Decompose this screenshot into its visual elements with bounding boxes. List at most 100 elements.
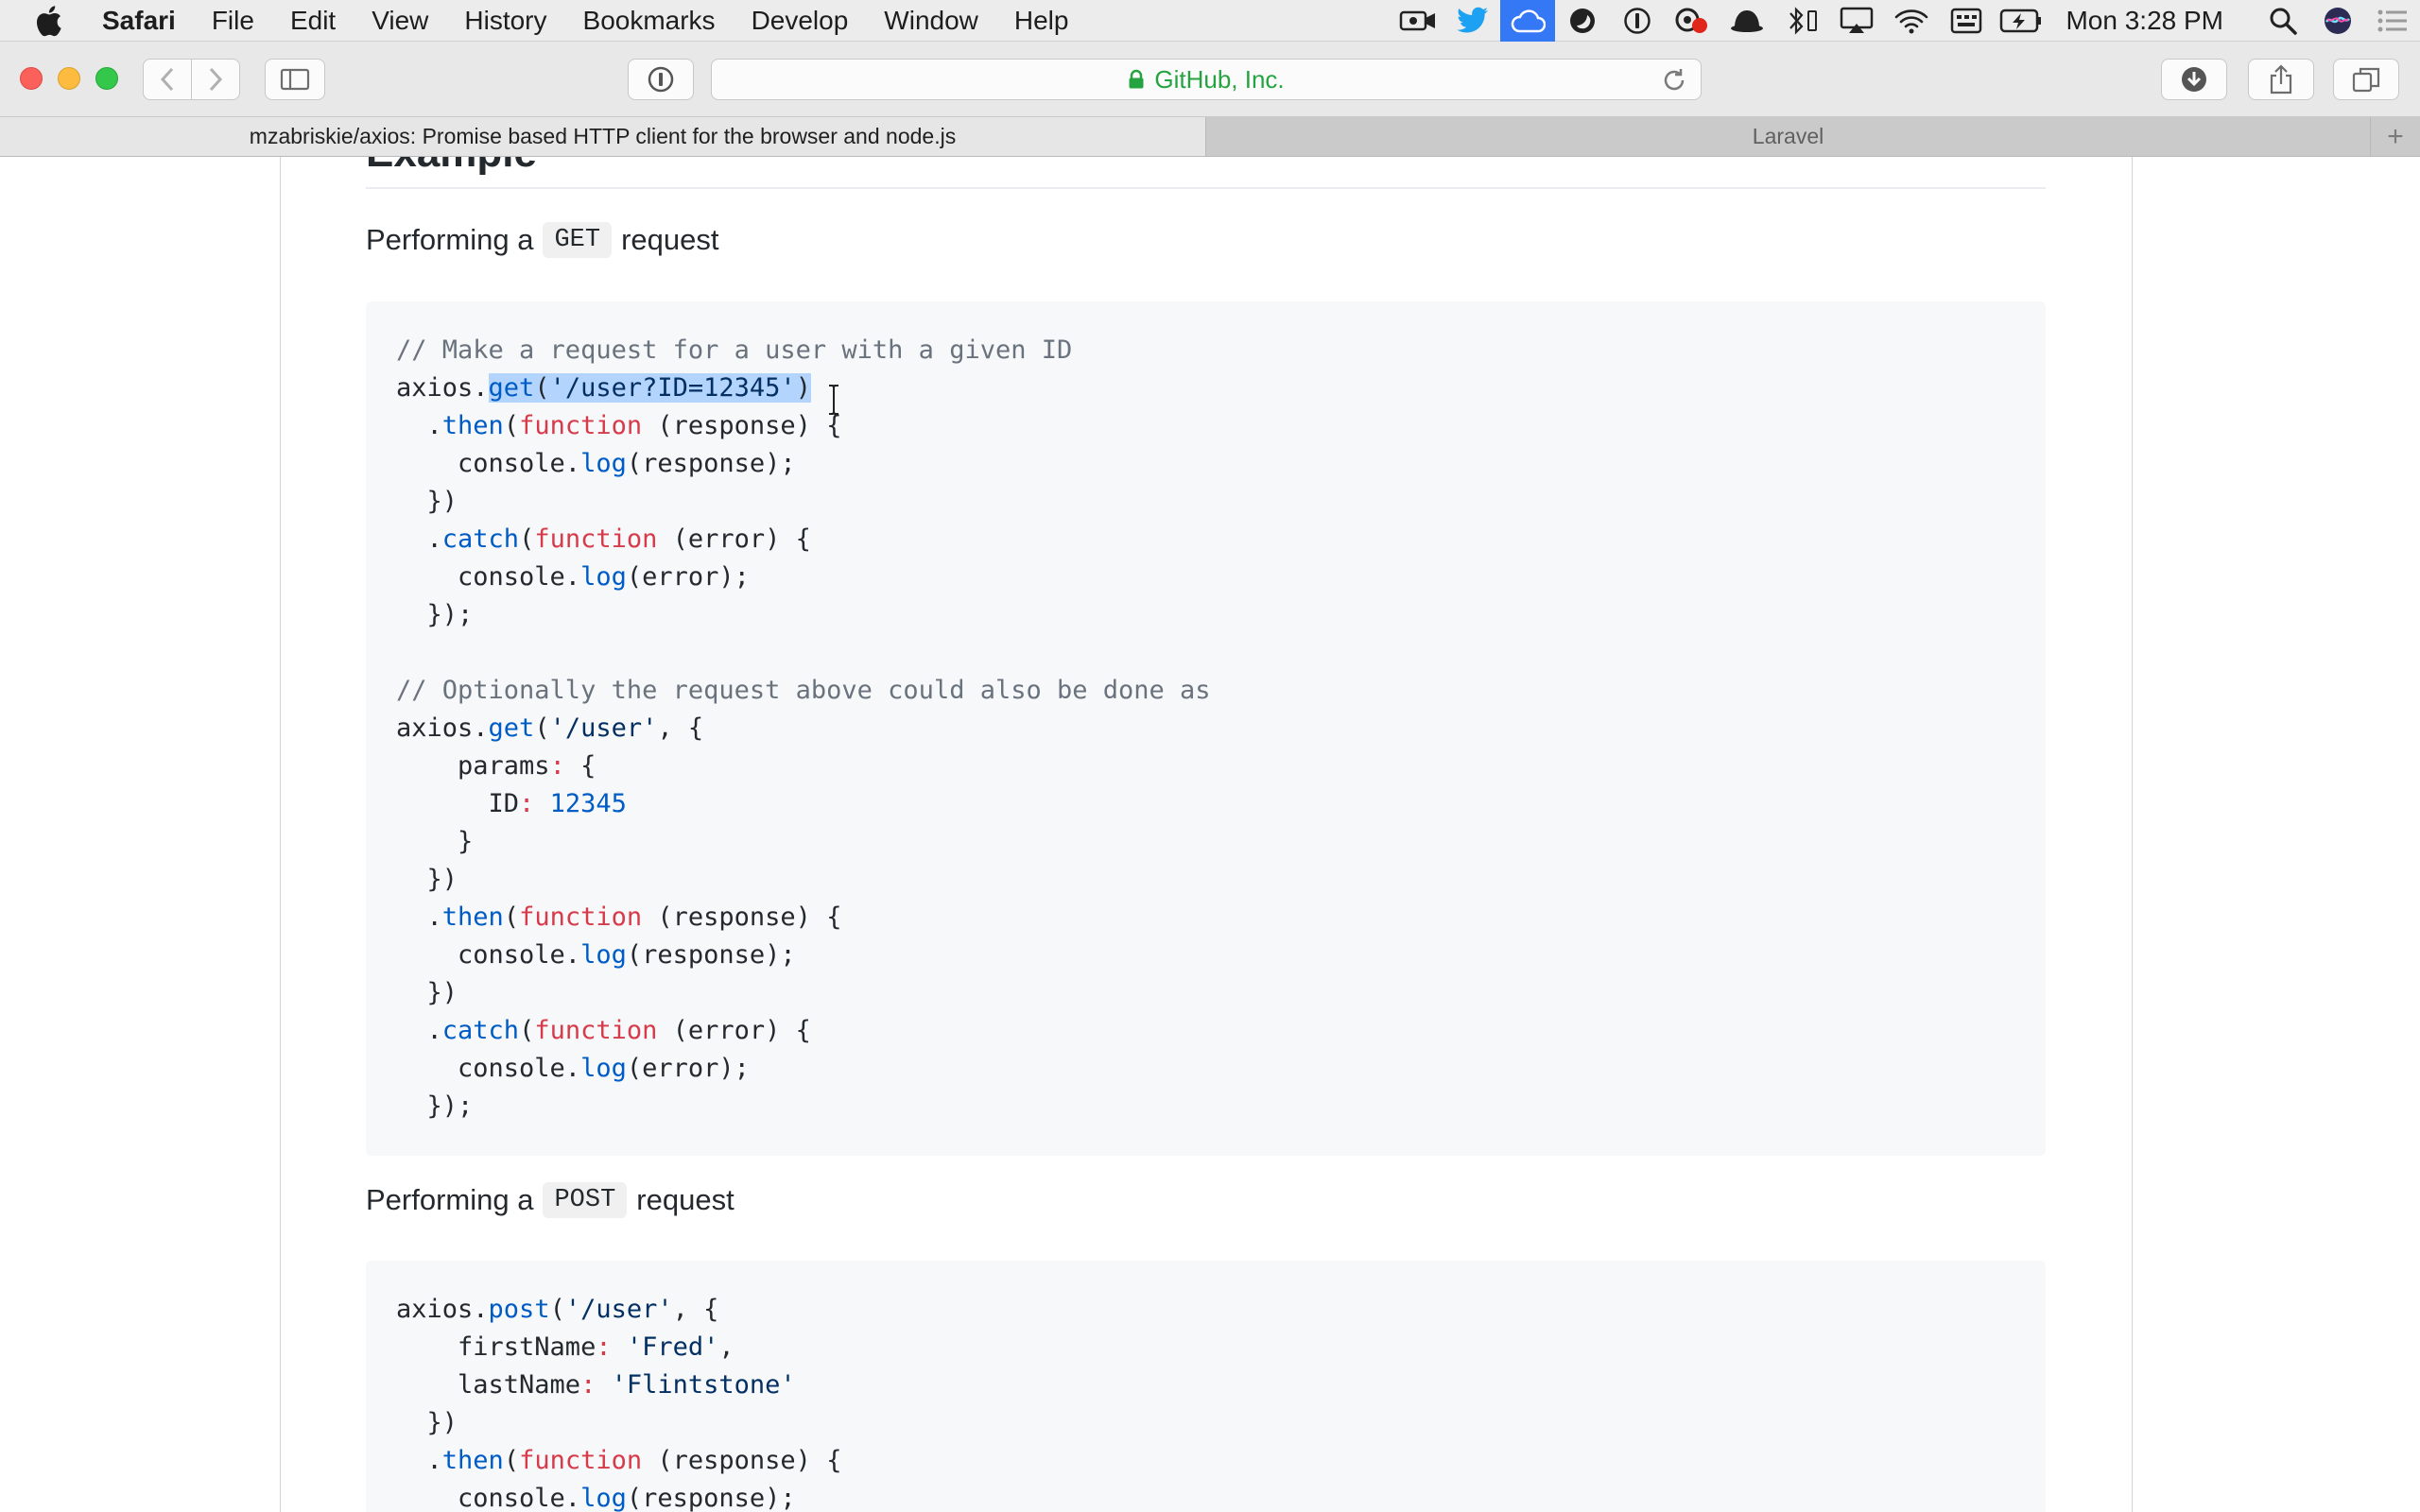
code-token: log (580, 1054, 627, 1083)
inline-code: POST (543, 1182, 628, 1218)
code-token: log (580, 449, 627, 478)
address-bar[interactable]: GitHub, Inc. (711, 59, 1702, 100)
code-line: }); (396, 1088, 2015, 1125)
downloads-button[interactable] (2161, 59, 2227, 100)
tabs-icon (2352, 67, 2380, 93)
download-icon (2182, 67, 2206, 92)
window-zoom-button[interactable] (95, 67, 118, 90)
code-token: } (396, 827, 474, 856)
code-token: (response) { (642, 411, 842, 440)
code-line: lastName: 'Flintstone' (396, 1366, 2015, 1404)
chevron-right-icon (209, 67, 223, 92)
spotlight-search-icon[interactable] (2256, 0, 2310, 42)
code-line: params: { (396, 747, 2015, 785)
menu-develop[interactable]: Develop (752, 6, 849, 36)
twitter-icon[interactable] (1445, 0, 1500, 42)
code-token: }); (396, 600, 474, 629)
menu-bookmarks[interactable]: Bookmarks (583, 6, 716, 36)
wifi-icon[interactable] (1884, 0, 1939, 42)
new-tab-button[interactable]: + (2371, 117, 2420, 156)
tab-laravel[interactable]: Laravel (1206, 117, 2371, 156)
code-token: 'Flintstone' (611, 1370, 796, 1400)
code-token: . (396, 902, 442, 932)
code-token: ( (534, 713, 550, 743)
code-token: get (488, 713, 535, 743)
code-token: . (396, 524, 442, 554)
sidebar-icon (280, 68, 310, 91)
record-icon[interactable] (1665, 0, 1720, 42)
alfred-hat-icon[interactable] (1720, 0, 1774, 42)
code-token: (response); (626, 449, 796, 478)
tab-title: mzabriskie/axios: Promise based HTTP cli… (249, 124, 957, 148)
menu-file[interactable]: File (212, 6, 254, 36)
sidebar-toggle-button[interactable] (265, 59, 325, 100)
menu-help[interactable]: Help (1014, 6, 1069, 36)
code-token: (response); (626, 1484, 796, 1512)
code-token: ID (396, 789, 520, 818)
url-host-label: GitHub, Inc. (1154, 64, 1285, 94)
apple-menu-icon[interactable] (34, 0, 87, 42)
airplay-icon[interactable] (1829, 0, 1884, 42)
keyboard-input-icon[interactable] (1939, 0, 1994, 42)
code-line: axios.post('/user', { (396, 1291, 2015, 1329)
tab-axios[interactable]: mzabriskie/axios: Promise based HTTP cli… (0, 117, 1206, 156)
tab-overview-button[interactable] (2333, 59, 2399, 100)
code-token: '/user' (549, 713, 658, 743)
moon-app-icon[interactable] (1555, 0, 1610, 42)
menu-history[interactable]: History (464, 6, 546, 36)
siri-icon[interactable] (2310, 0, 2365, 42)
menu-clock[interactable]: Mon 3:28 PM (2066, 6, 2223, 36)
code-token: axios. (396, 713, 489, 743)
code-line: console.log(response); (396, 445, 2015, 483)
code-token: log (580, 940, 627, 970)
code-line: .catch(function (error) { (396, 521, 2015, 558)
code-token: axios. (396, 373, 489, 403)
code-token: console. (396, 1054, 581, 1083)
password-manager-icon[interactable] (1610, 0, 1665, 42)
notification-center-icon[interactable] (2365, 0, 2420, 42)
code-line: firstName: 'Fred', (396, 1329, 2015, 1366)
code-token: : (519, 789, 535, 818)
code-token: axios. (396, 1295, 489, 1324)
code-token: get (488, 373, 535, 403)
share-icon (2270, 64, 2292, 94)
window-minimize-button[interactable] (58, 67, 80, 90)
code-token: . (396, 1016, 442, 1045)
code-token: function (534, 524, 658, 554)
share-button[interactable] (2248, 59, 2314, 100)
code-token: ( (503, 902, 520, 932)
bluetooth-icon[interactable] (1774, 0, 1829, 42)
menu-edit[interactable]: Edit (290, 6, 336, 36)
code-token: 12345 (549, 789, 627, 818)
code-token: function (519, 902, 643, 932)
page-viewport[interactable]: Example Performing a GET request // Make… (0, 157, 2420, 1512)
lock-icon (1128, 69, 1145, 90)
heading-text: Example (366, 157, 537, 176)
window-close-button[interactable] (20, 67, 43, 90)
code-token: (response); (626, 940, 796, 970)
code-line: }) (396, 861, 2015, 899)
back-button[interactable] (143, 59, 192, 100)
plus-icon: + (2387, 120, 2404, 152)
code-token: then (441, 1446, 504, 1475)
code-token: : (596, 1332, 612, 1362)
menu-window[interactable]: Window (884, 6, 978, 36)
reload-icon[interactable] (1661, 67, 1687, 94)
password-fill-button[interactable] (628, 59, 694, 100)
code-token: lastName (396, 1370, 581, 1400)
post-code-block[interactable]: axios.post('/user', { firstName: 'Fred',… (366, 1261, 2046, 1512)
get-code-block[interactable]: // Make a request for a user with a give… (366, 301, 2046, 1156)
code-line: .then(function (response) { (396, 407, 2015, 445)
cloud-icon[interactable] (1500, 0, 1556, 42)
menu-view[interactable]: View (372, 6, 428, 36)
camera-icon[interactable] (1391, 0, 1445, 42)
code-token: (error) { (657, 524, 811, 554)
battery-charging-icon[interactable] (1994, 0, 2048, 42)
menu-safari[interactable]: Safari (102, 6, 176, 36)
forward-button[interactable] (191, 59, 240, 100)
code-token: : (549, 751, 565, 781)
menu-bar: Safari File Edit View History Bookmarks … (0, 0, 2420, 42)
